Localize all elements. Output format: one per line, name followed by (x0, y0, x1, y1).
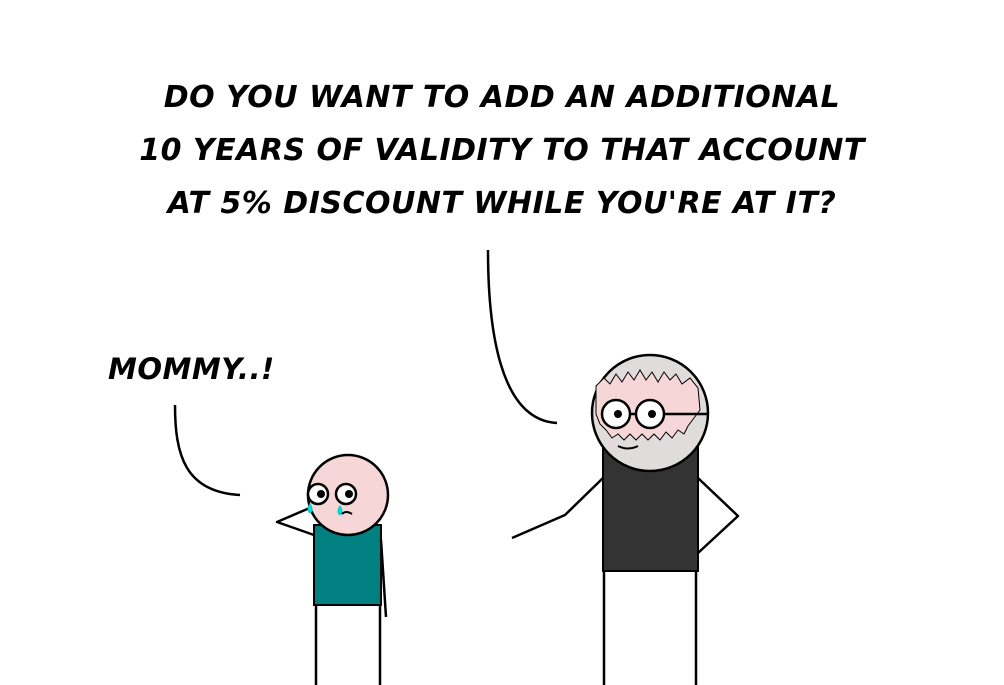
kid-figure (275, 453, 390, 685)
comic-illustration (173, 249, 740, 685)
adult-pointing-arm (511, 477, 604, 540)
kid-speech-tail (173, 404, 241, 497)
comic-panel: DO YOU WANT TO ADD AN ADDITIONAL 10 YEAR… (0, 0, 1004, 685)
adult-figure (511, 353, 740, 685)
adult-speech-tail (486, 249, 558, 425)
kid-shirt (313, 524, 382, 606)
adult-hip-arm (697, 477, 740, 554)
